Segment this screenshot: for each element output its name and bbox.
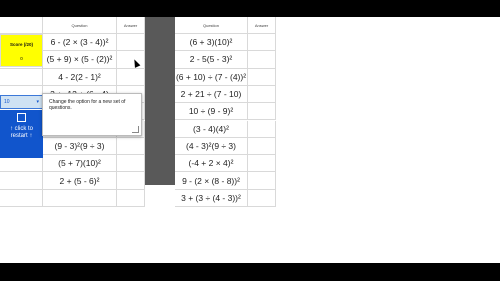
left-answer-cell[interactable] <box>117 137 145 156</box>
right-question-cell: (6 + 3)(10)² <box>175 34 248 52</box>
left-question-cell: (5 + 9) × (5 - (2))² <box>43 51 117 69</box>
separator-column <box>145 17 175 185</box>
right-answer-cell[interactable] <box>248 103 276 121</box>
left-question-cell: (9 - 3)²(9 ÷ 3) <box>43 137 117 156</box>
left-answer-cell[interactable] <box>117 172 145 190</box>
right-question-cell: 2 - 5(5 - 3)² <box>175 51 248 69</box>
score-cell: Score (/20) 0 <box>0 34 43 67</box>
left-answer-cell[interactable] <box>117 34 145 52</box>
left-question-cell <box>43 189 117 207</box>
column-a-cell[interactable] <box>0 68 43 86</box>
score-value: 0 <box>20 56 23 61</box>
left-question-cell: 6 - (2 × (3 - 4))² <box>43 34 117 52</box>
left-answer-cell[interactable] <box>117 189 145 207</box>
dropdown-value: 10 <box>4 99 10 105</box>
right-answer-header: Answer <box>248 17 276 34</box>
right-question-cell: (-4 + 2 × 4)² <box>175 155 248 173</box>
top-letterbox <box>0 0 500 17</box>
right-question-cell: 9 - (2 × (8 - 8))² <box>175 172 248 190</box>
note-text: Change the option for a new set of quest… <box>49 99 126 111</box>
right-answer-cell[interactable] <box>248 85 276 104</box>
left-question-cell: (5 + 7)(10)² <box>43 155 117 173</box>
right-answer-cell[interactable] <box>248 155 276 173</box>
left-question-header: Question <box>43 17 117 34</box>
right-answer-cell[interactable] <box>248 51 276 69</box>
question-count-dropdown[interactable]: 10 ▾ <box>0 95 43 109</box>
resize-handle-icon[interactable] <box>132 126 139 133</box>
cell-note-popup: Change the option for a new set of quest… <box>42 93 142 136</box>
score-title: Score (/20) <box>9 42 33 47</box>
right-answer-cell[interactable] <box>248 172 276 190</box>
spreadsheet: Question Answer Question Answer 6 - (2 × (3 … <box>0 17 500 263</box>
left-answer-cell[interactable] <box>117 155 145 173</box>
column-a-cell[interactable] <box>0 172 43 190</box>
right-question-cell: 2 + 21 ÷ (7 - 10) <box>175 85 248 104</box>
right-answer-cell[interactable] <box>248 120 276 138</box>
right-question-cell: 10 ÷ (9 - 9)² <box>175 103 248 121</box>
column-a-header <box>0 17 43 34</box>
right-answer-cell[interactable] <box>248 68 276 86</box>
left-answer-header: Answer <box>117 17 145 34</box>
left-question-cell: 2 + (5 - 6)² <box>43 172 117 190</box>
right-answer-cell[interactable] <box>248 137 276 156</box>
chevron-down-icon: ▾ <box>36 99 39 105</box>
right-question-cell: (4 - 3)²(9 ÷ 3) <box>175 137 248 156</box>
left-answer-cell[interactable] <box>117 68 145 86</box>
left-question-cell: 4 - 2(2 - 1)² <box>43 68 117 86</box>
right-answer-cell[interactable] <box>248 34 276 52</box>
restart-label: ↑ click to restart ↑ <box>0 126 43 140</box>
bottom-letterbox <box>0 263 500 281</box>
restart-label-line2: restart ↑ <box>10 133 33 139</box>
right-question-cell: (6 + 10) ÷ (7 - (4))² <box>175 68 248 86</box>
checkbox-icon[interactable] <box>17 113 26 122</box>
restart-label-line1: ↑ click to <box>9 126 33 132</box>
right-question-cell: (3 - 4)(4)² <box>175 120 248 138</box>
right-question-header: Question <box>175 17 248 34</box>
column-a-cell[interactable] <box>0 189 43 207</box>
right-answer-cell[interactable] <box>248 189 276 207</box>
restart-button[interactable]: ↑ click to restart ↑ <box>0 110 43 158</box>
right-question-cell: 3 + (3 ÷ (4 - 3))² <box>175 189 248 207</box>
